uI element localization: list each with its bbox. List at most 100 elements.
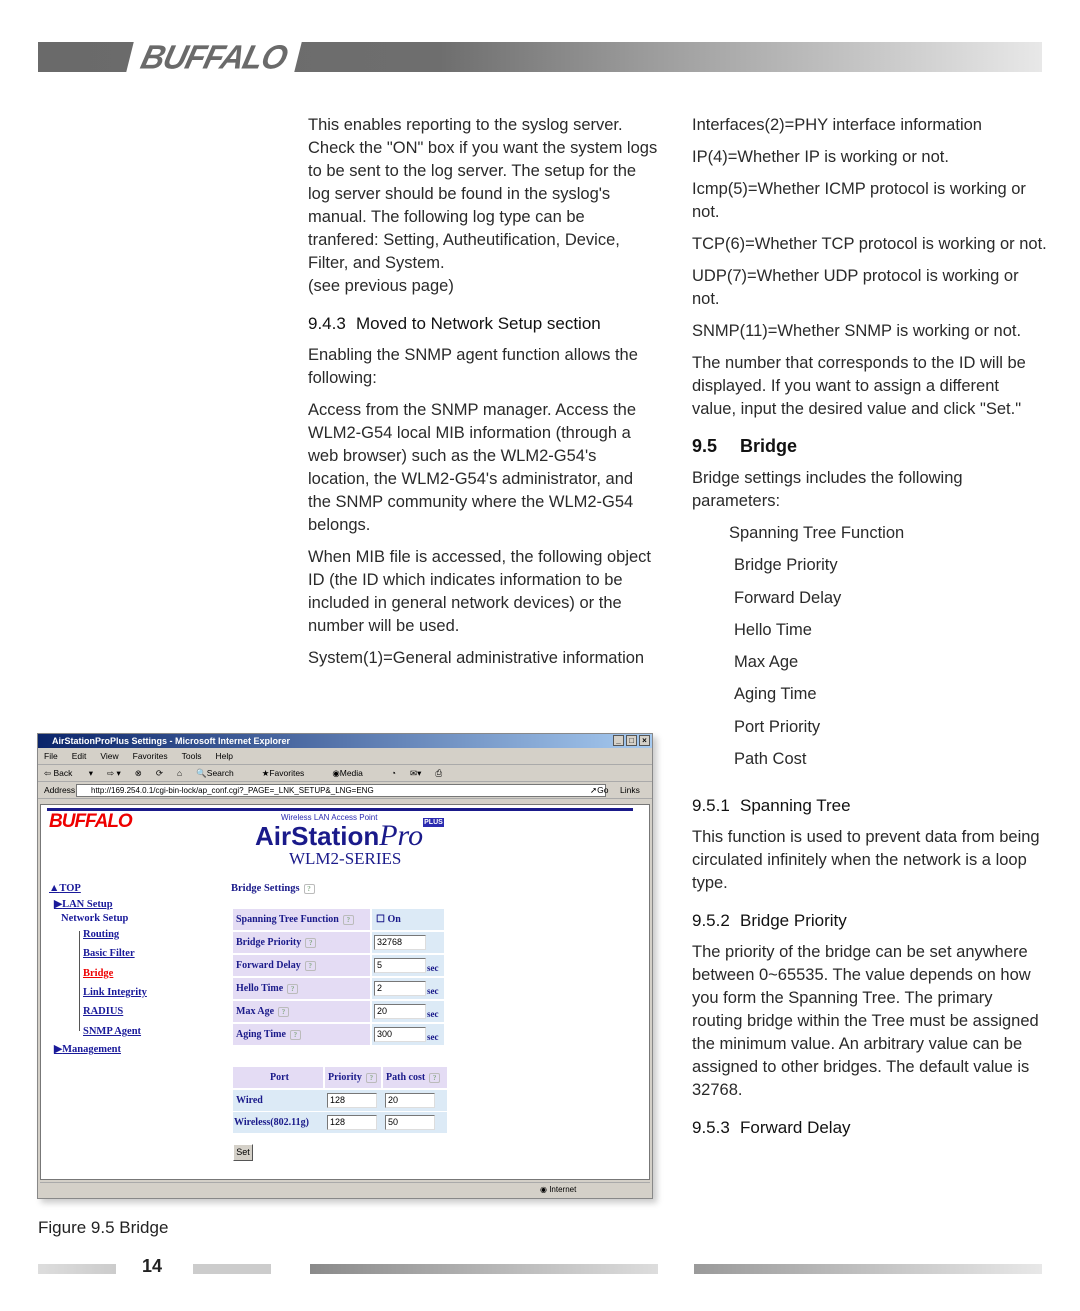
- header-path-cost: Path cost?: [383, 1067, 447, 1088]
- menu-file[interactable]: File: [44, 751, 58, 761]
- stop-icon[interactable]: ⊗: [135, 768, 142, 778]
- address-label: Address: [44, 785, 76, 795]
- product-logo: AirStationProPLUS: [255, 818, 444, 852]
- list-item: Hello Time: [734, 620, 812, 639]
- buffalo-logo: BUFFALO: [49, 811, 133, 832]
- menu-edit[interactable]: Edit: [72, 751, 87, 761]
- header-priority: Priority?: [325, 1067, 381, 1088]
- refresh-icon[interactable]: ⟳: [156, 768, 163, 778]
- window-title-bar: AirStationProPlus Settings - Microsoft I…: [38, 734, 652, 748]
- paragraph: Bridge settings includes the following p…: [692, 469, 963, 510]
- section-heading-9-5: 9.5 Bridge: [692, 436, 798, 456]
- section-heading-9-5-1: 9.5.1 Spanning Tree: [692, 796, 851, 816]
- help-icon[interactable]: ?: [303, 883, 315, 894]
- unit-label: sec: [427, 1009, 439, 1019]
- menu-help[interactable]: Help: [215, 751, 232, 761]
- paragraph: This enables reporting to the syslog ser…: [308, 116, 658, 272]
- max-age-input[interactable]: 20: [374, 1004, 426, 1019]
- list-item: Max Age: [734, 653, 799, 672]
- maximize-button[interactable]: □: [626, 735, 637, 746]
- media-button[interactable]: ◉Media: [332, 768, 377, 778]
- menu-favorites[interactable]: Favorites: [133, 751, 168, 761]
- port-wired: Wired: [236, 1095, 263, 1106]
- history-icon[interactable]: ◔: [391, 768, 396, 778]
- footer-bar: [38, 1264, 116, 1274]
- unit-label: sec: [427, 1032, 439, 1042]
- paragraph: Interfaces(2)=PHY interface information: [692, 116, 982, 134]
- browser-screenshot: AirStationProPlus Settings - Microsoft I…: [37, 733, 653, 1199]
- aging-time-input[interactable]: 300: [374, 1027, 426, 1042]
- list-item: Path Cost: [734, 750, 807, 769]
- paragraph: When MIB file is accessed, the following…: [308, 548, 651, 635]
- help-icon[interactable]: ?: [342, 914, 354, 925]
- help-icon[interactable]: ?: [365, 1072, 377, 1083]
- help-icon[interactable]: ?: [287, 983, 299, 994]
- search-button[interactable]: 🔍Search: [196, 768, 248, 778]
- minimize-button[interactable]: _: [613, 735, 624, 746]
- wired-priority-input[interactable]: 128: [327, 1093, 377, 1108]
- back-button[interactable]: ⇦ Back ▾: [44, 768, 93, 778]
- nav-bridge[interactable]: Bridge: [83, 968, 113, 979]
- status-bar: ◉ Internet: [40, 1182, 650, 1196]
- paragraph: UDP(7)=Whether UDP protocol is working o…: [692, 267, 1019, 308]
- toolbar: ⇦ Back ▾ ⇨ ▾ ⊗ ⟳ ⌂ 🔍Search ★Favorites ◉Media ◔ ✉▾…: [38, 765, 652, 782]
- nav-radius[interactable]: RADIUS: [83, 1006, 123, 1017]
- list-item: Forward Delay: [734, 588, 842, 607]
- help-icon[interactable]: ?: [289, 1029, 301, 1040]
- wireless-cost-input[interactable]: 50: [385, 1115, 435, 1130]
- nav-link-integrity[interactable]: Link Integrity: [83, 987, 147, 998]
- buffalo-logo: BUFFALO: [125, 38, 303, 76]
- nav-snmp-agent[interactable]: SNMP Agent: [83, 1026, 141, 1037]
- paragraph: Enabling the SNMP agent function allows …: [308, 346, 638, 387]
- favorites-button[interactable]: ★Favorites: [262, 768, 319, 778]
- address-bar: Address http://169.254.0.1/cgi-bin-lock/…: [38, 782, 652, 799]
- mail-icon[interactable]: ✉▾: [410, 768, 421, 778]
- footer-bar: [694, 1264, 1042, 1274]
- label-forward-delay: Forward Delay?: [233, 955, 370, 976]
- help-icon[interactable]: ?: [429, 1072, 441, 1083]
- right-column: Interfaces(2)=PHY interface information …: [692, 114, 1047, 1148]
- nav-basic-filter[interactable]: Basic Filter: [83, 948, 135, 959]
- go-button[interactable]: ➚Go: [590, 782, 622, 799]
- label-aging-time: Aging Time?: [233, 1024, 370, 1045]
- print-icon[interactable]: ⎙: [435, 768, 442, 778]
- help-icon[interactable]: ?: [305, 937, 317, 948]
- wired-cost-input[interactable]: 20: [385, 1093, 435, 1108]
- help-icon[interactable]: ?: [278, 1006, 290, 1017]
- label-hello-time: Hello Time?: [233, 978, 370, 999]
- port-wireless: Wireless(802.11g): [234, 1117, 309, 1128]
- bridge-priority-input[interactable]: 32768: [374, 935, 426, 950]
- paragraph: Access from the SNMP manager. Access the…: [308, 401, 637, 534]
- paragraph: The priority of the bridge can be set an…: [692, 943, 1039, 1100]
- home-icon[interactable]: ⌂: [177, 768, 182, 778]
- paragraph: Icmp(5)=Whether ICMP protocol is working…: [692, 180, 1026, 221]
- set-button[interactable]: Set: [233, 1144, 253, 1161]
- forward-button[interactable]: ⇨ ▾: [107, 768, 121, 778]
- paragraph: TCP(6)=Whether TCP protocol is working o…: [692, 235, 1047, 253]
- spanning-tree-checkbox[interactable]: ☐ On: [372, 909, 444, 930]
- help-icon[interactable]: ?: [304, 960, 316, 971]
- section-title: Bridge Settings?: [231, 883, 315, 894]
- label-max-age: Max Age?: [233, 1001, 370, 1022]
- address-input[interactable]: http://169.254.0.1/cgi-bin-lock/ap_conf.…: [76, 784, 606, 797]
- nav-management[interactable]: ▶Management: [54, 1043, 121, 1055]
- label-bridge-priority: Bridge Priority?: [233, 932, 370, 953]
- nav-lan-setup[interactable]: ▶LAN Setup: [54, 898, 113, 910]
- wireless-priority-input[interactable]: 128: [327, 1115, 377, 1130]
- links-button[interactable]: Links: [620, 782, 640, 799]
- forward-delay-input[interactable]: 5: [374, 958, 426, 973]
- hello-time-input[interactable]: 2: [374, 981, 426, 996]
- paragraph: This function is used to prevent data fr…: [692, 828, 1040, 893]
- label-spanning-tree: Spanning Tree Function?: [233, 909, 370, 930]
- menu-view[interactable]: View: [100, 751, 118, 761]
- close-button[interactable]: ×: [639, 735, 650, 746]
- internet-zone: ◉ Internet: [540, 1185, 577, 1194]
- paragraph: (see previous page): [308, 277, 454, 295]
- nav-routing[interactable]: Routing: [83, 929, 119, 940]
- figure-caption: Figure 9.5 Bridge: [38, 1218, 169, 1237]
- menu-tools[interactable]: Tools: [182, 751, 202, 761]
- nav-network-setup[interactable]: Network Setup: [61, 913, 128, 924]
- footer-bar: [310, 1264, 658, 1274]
- nav-top[interactable]: ▲TOP: [49, 883, 81, 894]
- section-heading-9-4-3: 9.4.3 Moved to Network Setup section: [308, 314, 601, 333]
